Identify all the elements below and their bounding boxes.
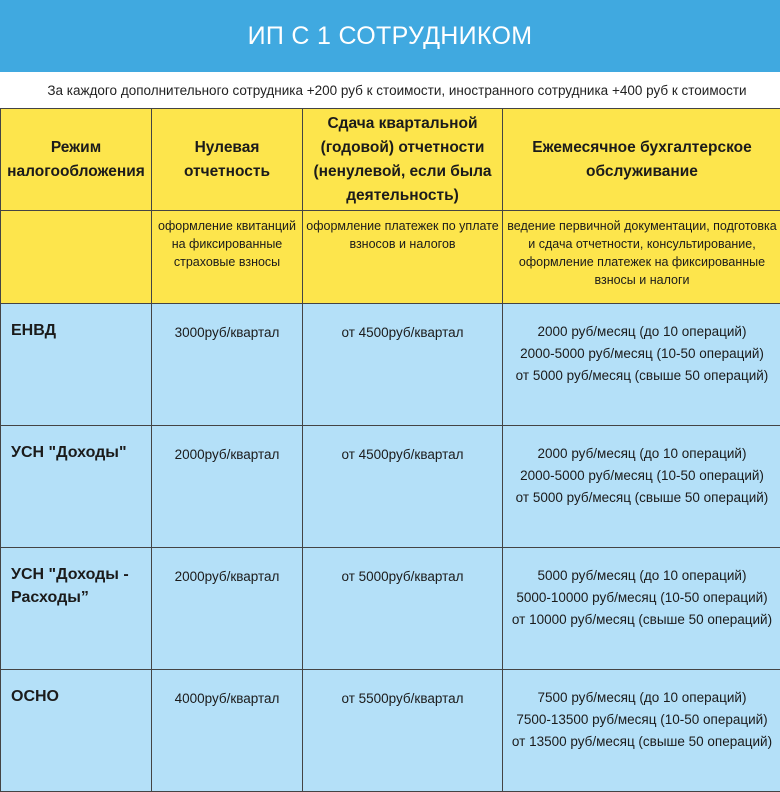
monthly-price-tier: 2000 руб/месяц (до 10 операций) (503, 443, 780, 465)
monthly-price-tier: 2000-5000 руб/месяц (10-50 операций) (503, 343, 780, 365)
monthly-price-tier: 7500-13500 руб/месяц (10-50 операций) (503, 709, 780, 731)
zero-reporting-price: 3000руб/квартал (152, 304, 303, 426)
column-header-monthly-service: Ежемесячное бухгалтерское обслуживание (503, 109, 780, 211)
quarterly-reporting-price: от 5000руб/квартал (303, 548, 503, 670)
monthly-price-tier: от 10000 руб/месяц (свыше 50 операций) (503, 609, 780, 631)
table-row: ОСНО 4000руб/квартал от 5500руб/квартал … (1, 670, 780, 792)
title-banner: ИП С 1 СОТРУДНИКОМ (0, 0, 780, 72)
monthly-price-tier: 5000 руб/месяц (до 10 операций) (503, 565, 780, 587)
monthly-price-tier: от 5000 руб/месяц (свыше 50 операций) (503, 365, 780, 387)
pricing-table: Режим налогообложения Нулевая отчетность… (0, 108, 780, 792)
monthly-price-tier: от 5000 руб/месяц (свыше 50 операций) (503, 487, 780, 509)
column-header-regime: Режим налогообложения (1, 109, 152, 211)
monthly-price-tier: 5000-10000 руб/месяц (10-50 операций) (503, 587, 780, 609)
pricing-note-text: За каждого дополнительного сотрудника +2… (33, 83, 746, 98)
column-description-regime (1, 211, 152, 304)
quarterly-reporting-price: от 5500руб/квартал (303, 670, 503, 792)
monthly-service-prices: 7500 руб/месяц (до 10 операций) 7500-135… (503, 670, 780, 792)
pricing-note: За каждого дополнительного сотрудника +2… (0, 72, 780, 108)
monthly-service-prices: 2000 руб/месяц (до 10 операций) 2000-500… (503, 304, 780, 426)
regime-cell: УСН "Доходы" (1, 426, 152, 548)
monthly-service-prices: 2000 руб/месяц (до 10 операций) 2000-500… (503, 426, 780, 548)
monthly-price-tier: 2000-5000 руб/месяц (10-50 операций) (503, 465, 780, 487)
zero-reporting-price: 2000руб/квартал (152, 548, 303, 670)
monthly-price-tier: от 13500 руб/месяц (свыше 50 операций) (503, 731, 780, 753)
quarterly-reporting-price: от 4500руб/квартал (303, 426, 503, 548)
column-header-zero-reporting: Нулевая отчетность (152, 109, 303, 211)
monthly-price-tier: 7500 руб/месяц (до 10 операций) (503, 687, 780, 709)
regime-cell: УСН "Доходы - Расходы” (1, 548, 152, 670)
column-header-quarterly-reporting: Сдача квартальной (годовой) отчетности (… (303, 109, 503, 211)
column-description-quarterly-reporting: оформление платежек по уплате взносов и … (303, 211, 503, 304)
table-row: УСН "Доходы" 2000руб/квартал от 4500руб/… (1, 426, 780, 548)
column-description-monthly-service: ведение первичной документации, подготов… (503, 211, 780, 304)
table-description-row: оформление квитанций на фиксированные ст… (1, 211, 780, 304)
monthly-service-prices: 5000 руб/месяц (до 10 операций) 5000-100… (503, 548, 780, 670)
table-row: ЕНВД 3000руб/квартал от 4500руб/квартал … (1, 304, 780, 426)
regime-cell: ОСНО (1, 670, 152, 792)
regime-cell: ЕНВД (1, 304, 152, 426)
quarterly-reporting-price: от 4500руб/квартал (303, 304, 503, 426)
page-title: ИП С 1 СОТРУДНИКОМ (248, 22, 533, 51)
monthly-price-tier: 2000 руб/месяц (до 10 операций) (503, 321, 780, 343)
table-row: УСН "Доходы - Расходы” 2000руб/квартал о… (1, 548, 780, 670)
table-header-row: Режим налогообложения Нулевая отчетность… (1, 109, 780, 211)
column-description-zero-reporting: оформление квитанций на фиксированные ст… (152, 211, 303, 304)
zero-reporting-price: 2000руб/квартал (152, 426, 303, 548)
zero-reporting-price: 4000руб/квартал (152, 670, 303, 792)
